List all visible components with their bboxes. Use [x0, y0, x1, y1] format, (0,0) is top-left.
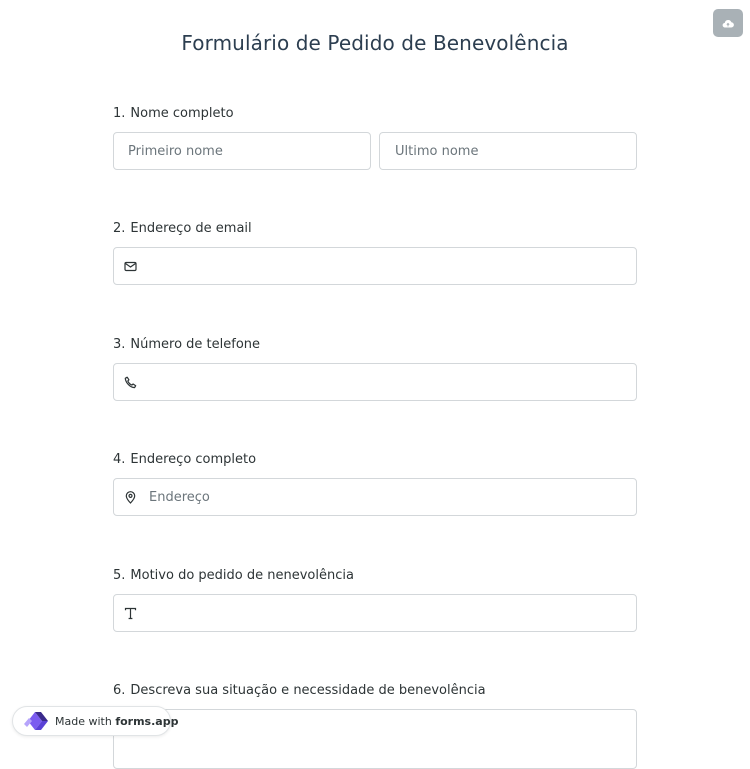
question-text: Nome completo: [130, 106, 234, 121]
question-label: 5. Motivo do pedido de nenevolência: [113, 567, 637, 585]
badge-prefix: Made with: [55, 714, 112, 728]
made-with-forms-app-badge[interactable]: Made with forms.app: [12, 706, 178, 736]
question-number: 2.: [113, 221, 126, 236]
question-label: 2. Endereço de email: [113, 220, 637, 238]
email-input[interactable]: [137, 258, 636, 274]
email-field[interactable]: [113, 247, 637, 285]
question-number: 5.: [113, 568, 126, 583]
question-email: 2. Endereço de email: [113, 220, 637, 238]
situation-textarea[interactable]: [113, 709, 637, 769]
reason-input[interactable]: [137, 605, 636, 621]
phone-field[interactable]: [113, 363, 637, 401]
question-address: 4. Endereço completo: [113, 451, 637, 469]
phone-icon: [123, 375, 137, 389]
badge-text: Made with forms.app: [55, 715, 178, 728]
text-icon: [123, 606, 137, 620]
question-text: Motivo do pedido de nenevolência: [130, 568, 354, 583]
question-label: 1. Nome completo: [113, 105, 637, 123]
question-number: 1.: [113, 106, 126, 121]
badge-brand: forms.app: [115, 714, 179, 728]
question-text: Descreva sua situação e necessidade de b…: [130, 683, 486, 698]
first-name-field[interactable]: [113, 132, 371, 170]
question-text: Número de telefone: [130, 337, 261, 352]
question-situation: 6. Descreva sua situação e necessidade de…: [113, 682, 637, 700]
map-pin-icon: [123, 490, 137, 504]
form-title: Formulário de Pedido de Benevolência: [181, 31, 569, 55]
forms-app-logo-icon: [20, 710, 50, 732]
question-label: 3. Número de telefone: [113, 336, 637, 354]
question-number: 6.: [113, 683, 126, 698]
question-text: Endereço completo: [130, 452, 257, 467]
question-number: 3.: [113, 337, 126, 352]
question-number: 4.: [113, 452, 126, 467]
question-full-name: 1. Nome completo: [113, 105, 637, 123]
last-name-field[interactable]: [379, 132, 637, 170]
question-text: Endereço de email: [130, 221, 252, 236]
cloud-upload-icon: [722, 16, 734, 31]
question-label: 4. Endereço completo: [113, 451, 637, 469]
reason-field[interactable]: [113, 594, 637, 632]
first-name-input[interactable]: [114, 143, 370, 159]
address-input[interactable]: [137, 489, 636, 505]
last-name-input[interactable]: [380, 143, 636, 159]
address-field[interactable]: [113, 478, 637, 516]
question-label: 6. Descreva sua situação e necessidade de…: [113, 682, 637, 700]
question-reason: 5. Motivo do pedido de nenevolência: [113, 567, 637, 585]
envelope-icon: [123, 259, 137, 273]
question-phone: 3. Número de telefone: [113, 336, 637, 354]
phone-input[interactable]: [137, 374, 636, 390]
